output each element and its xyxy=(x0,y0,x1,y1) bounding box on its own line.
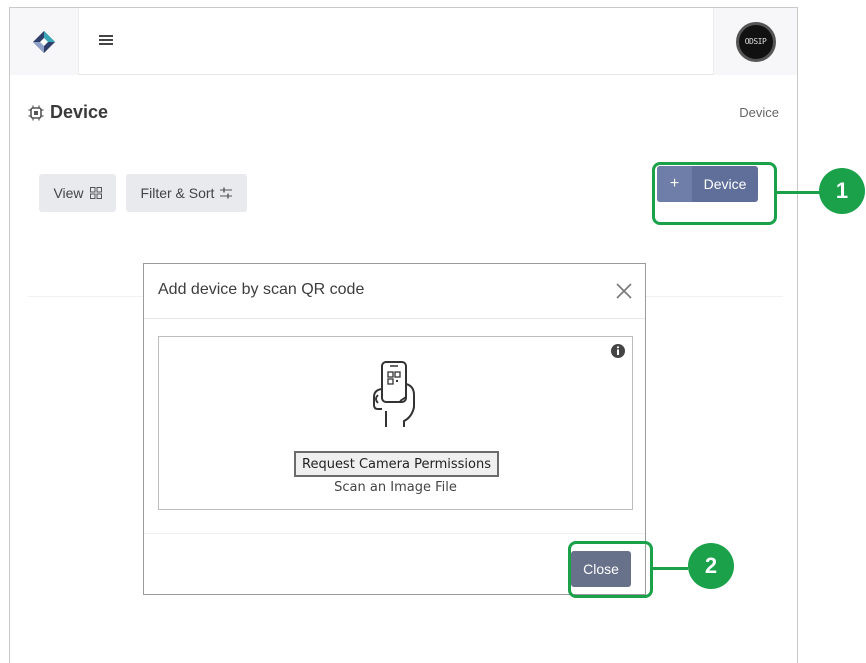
grid-icon xyxy=(89,187,102,199)
page-header: Device xyxy=(28,102,108,123)
modal-header: Add device by scan QR code xyxy=(144,264,645,319)
view-button[interactable]: View xyxy=(39,174,116,212)
avatar[interactable]: ODSIP xyxy=(735,21,776,62)
page-title: Device xyxy=(50,102,109,122)
highlight-box-1 xyxy=(652,162,777,225)
filter-sort-button[interactable]: Filter & Sort xyxy=(126,174,247,212)
highlight-box-2 xyxy=(568,541,653,598)
info-icon[interactable] xyxy=(610,343,626,359)
avatar-text: ODSIP xyxy=(744,37,767,46)
qr-scan-area: Request Camera Permissions Scan an Image… xyxy=(158,336,633,510)
diamond-logo-icon xyxy=(33,30,55,53)
hamburger-menu-button[interactable] xyxy=(92,26,120,54)
scan-image-file-link[interactable]: Scan an Image File xyxy=(159,480,632,495)
filter-sort-label: Filter & Sort xyxy=(140,185,215,201)
chip-icon xyxy=(28,105,44,120)
sliders-icon xyxy=(220,187,233,199)
callout-badge-1: 1 xyxy=(819,168,865,214)
callout-badge-2: 2 xyxy=(688,543,734,589)
top-bar: ODSIP xyxy=(10,8,797,75)
hamburger-menu-icon xyxy=(99,35,113,45)
modal-footer-divider xyxy=(144,533,645,534)
callout-connector-2 xyxy=(653,567,688,570)
breadcrumb[interactable]: Device xyxy=(739,105,779,120)
logo-cell[interactable] xyxy=(10,8,79,75)
request-camera-permissions-button[interactable]: Request Camera Permissions xyxy=(294,451,499,477)
callout-connector-1 xyxy=(777,191,821,194)
phone-qr-scan-icon xyxy=(373,361,415,427)
modal-title: Add device by scan QR code xyxy=(158,281,365,298)
close-x-icon[interactable] xyxy=(613,280,635,302)
view-button-label: View xyxy=(53,185,84,201)
avatar-cell[interactable]: ODSIP xyxy=(713,8,797,75)
